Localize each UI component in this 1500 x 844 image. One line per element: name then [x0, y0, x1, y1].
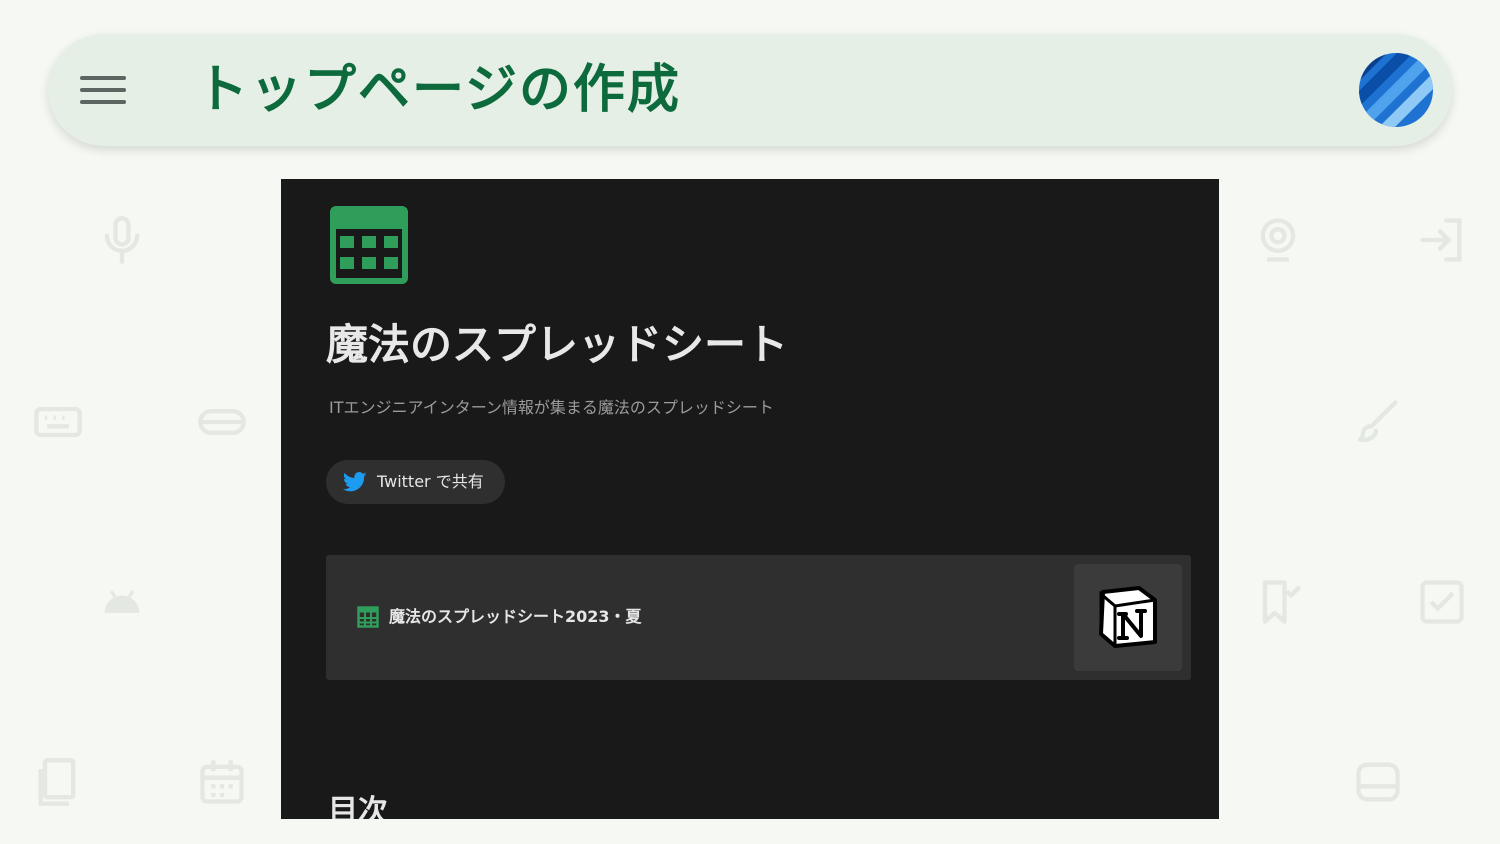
linked-page-title: 魔法のスプレッドシート2023・夏	[389, 607, 642, 626]
page-title: トップページの作成	[196, 60, 681, 120]
sheet-subtitle: ITエンジニアインターン情報が集まる魔法のスプレッドシート	[329, 398, 774, 417]
microphone-icon	[96, 214, 148, 266]
tablet-icon	[32, 756, 84, 808]
sheet-title: 魔法のスプレッドシート	[326, 320, 789, 369]
twitter-bird-icon	[343, 471, 367, 493]
android-icon	[96, 576, 148, 628]
notion-logo-icon	[1099, 586, 1157, 648]
card-thumbnail	[1074, 564, 1182, 671]
avatar[interactable]	[1358, 52, 1434, 128]
device-icon	[1352, 756, 1404, 808]
toc-heading: 目次	[328, 794, 388, 819]
twitter-share-button[interactable]: Twitter で共有	[326, 460, 505, 504]
calculator-icon	[330, 206, 408, 284]
share-button-label: Twitter で共有	[377, 472, 484, 491]
keyboard-icon	[32, 396, 84, 448]
webcam-icon	[1252, 214, 1304, 266]
notion-page-screenshot: 魔法のスプレッドシート ITエンジニアインターン情報が集まる魔法のスプレッドシー…	[281, 179, 1219, 819]
brush-icon	[1352, 396, 1404, 448]
login-icon	[1416, 214, 1468, 266]
bookmark-icon	[1252, 576, 1304, 628]
checkbox-icon	[1416, 576, 1468, 628]
hamburger-menu-icon[interactable]	[80, 73, 126, 107]
calendar-icon	[196, 756, 248, 808]
linked-page-card[interactable]: 魔法のスプレッドシート2023・夏	[326, 555, 1191, 680]
table-icon	[357, 606, 379, 628]
gamepad-icon	[196, 396, 248, 448]
